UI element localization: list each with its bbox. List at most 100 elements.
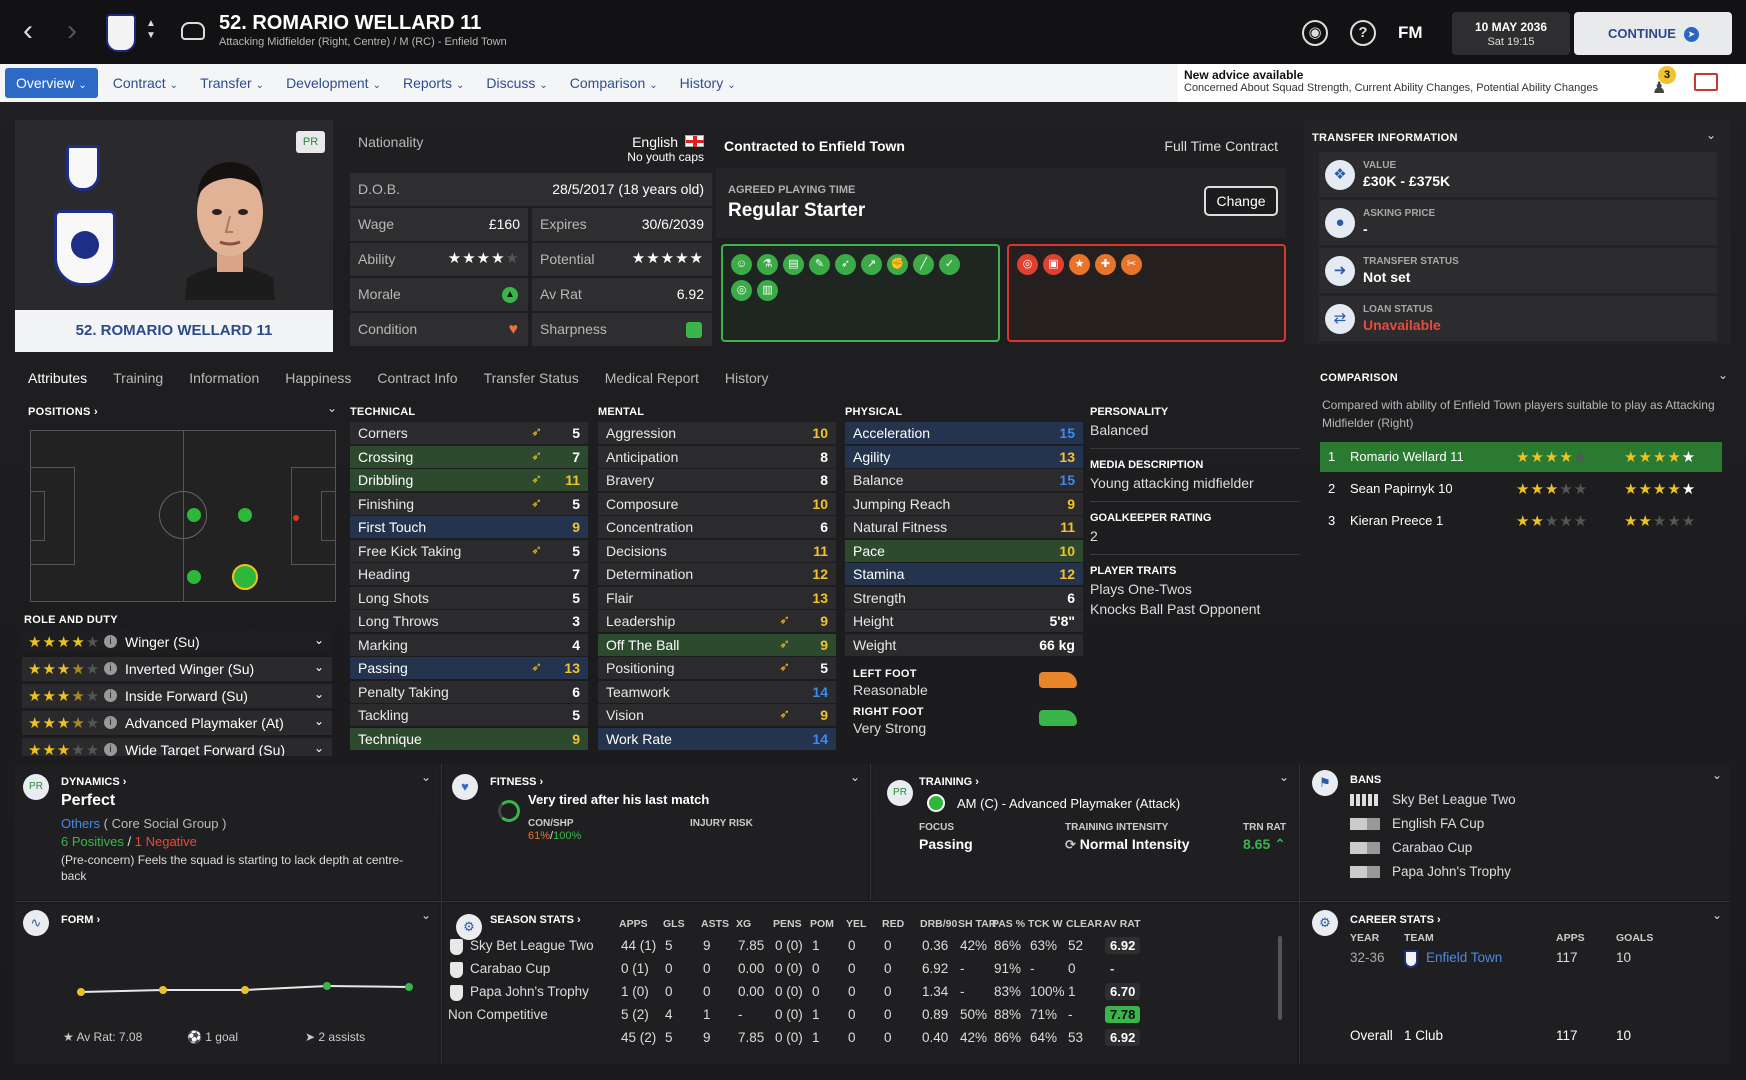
nav-contract[interactable]: Contract ⌄ <box>102 68 189 98</box>
attribute-row[interactable]: Corners 5 ➶ <box>350 422 588 444</box>
trait-icon[interactable]: ➶ <box>835 254 856 275</box>
form-point[interactable] <box>241 986 249 994</box>
season-stat-header[interactable]: AV RAT <box>1103 918 1141 930</box>
attribute-row[interactable]: Concentration 6 <box>598 516 836 538</box>
player-switch-arrows-icon[interactable]: ▲ ▼ <box>146 18 156 42</box>
training-title[interactable]: TRAINING › <box>919 776 979 788</box>
attribute-row[interactable]: Tackling 5 <box>350 704 588 726</box>
advice-banner[interactable]: New advice available Concerned About Squ… <box>1178 64 1746 102</box>
info-icon[interactable]: i <box>104 689 117 702</box>
role-row[interactable]: ★★★★★ i Winger (Su) ⌄ <box>22 630 332 654</box>
attribute-row[interactable]: Pace 10 <box>845 539 1083 562</box>
tab-history[interactable]: History <box>712 364 782 390</box>
trait-icon[interactable]: ⚗ <box>757 254 778 275</box>
binoculars-icon[interactable] <box>181 22 205 40</box>
chevron-down-icon[interactable]: ⌄ <box>850 770 860 784</box>
info-icon[interactable]: i <box>104 662 117 675</box>
season-stat-header[interactable]: DRB/90 <box>920 918 957 930</box>
trait-icon[interactable]: ✚ <box>1095 254 1116 275</box>
info-icon[interactable]: i <box>104 635 117 648</box>
nav-history[interactable]: History ⌄ <box>669 68 747 98</box>
season-stat-header[interactable]: XG <box>736 918 751 930</box>
info-icon[interactable]: i <box>104 716 117 729</box>
season-stat-header[interactable]: SH TAR <box>958 918 996 930</box>
chevron-down-icon[interactable]: ⌄ <box>327 401 337 415</box>
tab-information[interactable]: Information <box>176 364 272 390</box>
chevron-down-icon[interactable]: ⌄ <box>314 687 324 701</box>
form-point[interactable] <box>77 988 85 996</box>
focus-value[interactable]: Passing <box>919 836 973 852</box>
attribute-row[interactable]: Determination 12 <box>598 563 836 585</box>
forward-arrow-icon[interactable]: › <box>52 12 92 52</box>
attribute-row[interactable]: Flair 13 <box>598 586 836 609</box>
attribute-row[interactable]: Vision 9 ➶ <box>598 704 836 726</box>
role-row[interactable]: ★★★★★ i Wide Target Forward (Su) ⌄ <box>22 738 332 756</box>
season-stat-header[interactable]: GLS <box>663 918 685 930</box>
role-row[interactable]: ★★★★★ i Inverted Winger (Su) ⌄ <box>22 657 332 681</box>
club-crest-icon[interactable] <box>106 14 136 52</box>
continue-button[interactable]: CONTINUE ➤ <box>1574 12 1732 55</box>
attribute-row[interactable]: Composure 10 <box>598 492 836 515</box>
sharpness-icon[interactable] <box>686 322 702 338</box>
season-stat-header[interactable]: CLEAR <box>1066 918 1102 930</box>
season-stat-header[interactable]: RED <box>882 918 904 930</box>
trait-icon[interactable]: ↗ <box>861 254 882 275</box>
attribute-row[interactable]: Weight 66 kg <box>845 633 1083 656</box>
season-stat-header[interactable]: APPS <box>619 918 648 930</box>
back-arrow-icon[interactable]: ‹ <box>8 12 48 52</box>
help-icon[interactable]: ? <box>1350 20 1376 46</box>
info-icon[interactable]: i <box>104 743 117 756</box>
attribute-row[interactable]: Balance 15 <box>845 469 1083 491</box>
form-point[interactable] <box>323 982 331 990</box>
transfer-value-row[interactable]: ❖ VALUE £30K - £375K <box>1319 152 1717 197</box>
attribute-row[interactable]: Finishing 5 ➶ <box>350 492 588 515</box>
nav-comparison[interactable]: Comparison ⌄ <box>559 68 669 98</box>
attribute-row[interactable]: Work Rate 14 <box>598 727 836 750</box>
position-dot[interactable] <box>187 570 201 584</box>
role-row[interactable]: ★★★★★ i Advanced Playmaker (At) ⌄ <box>22 711 332 735</box>
chevron-down-icon[interactable]: ⌄ <box>1712 768 1722 782</box>
asking-price-row[interactable]: ● ASKING PRICE - <box>1319 200 1717 245</box>
trait-icon[interactable]: ✂ <box>1121 254 1142 275</box>
nav-development[interactable]: Development ⌄ <box>275 68 392 98</box>
trait-icon[interactable]: ▥ <box>757 280 778 301</box>
chevron-down-icon[interactable]: ⌄ <box>314 714 324 728</box>
chevron-down-icon[interactable]: ⌄ <box>1712 908 1722 922</box>
comparison-row[interactable]: 2 Sean Papirnyk 10 ★★★★★ ★★★★★ <box>1320 474 1722 504</box>
negatives-count[interactable]: 1 Negative <box>135 834 197 849</box>
attribute-row[interactable]: Decisions 11 <box>598 539 836 562</box>
attribute-row[interactable]: Natural Fitness 11 <box>845 516 1083 538</box>
attribute-row[interactable]: First Touch 9 <box>350 516 588 538</box>
form-title[interactable]: FORM › <box>61 914 100 926</box>
attribute-row[interactable]: Stamina 12 <box>845 563 1083 585</box>
chevron-down-icon[interactable]: ⌄ <box>1279 770 1289 784</box>
fm-logo[interactable]: FM <box>1398 23 1423 43</box>
player-trait[interactable]: Plays One-Twos <box>1090 581 1300 597</box>
attribute-row[interactable]: Bravery 8 <box>598 469 836 491</box>
trait-icon[interactable]: ╱ <box>913 254 934 275</box>
attribute-row[interactable]: Leadership 9 ➶ <box>598 610 836 632</box>
attribute-row[interactable]: Dribbling 11 ➶ <box>350 469 588 491</box>
attribute-row[interactable]: Acceleration 15 <box>845 422 1083 444</box>
dynamics-title[interactable]: DYNAMICS › <box>61 776 126 788</box>
position-dot[interactable] <box>187 508 201 522</box>
attribute-row[interactable]: Marking 4 <box>350 633 588 656</box>
nav-reports[interactable]: Reports ⌄ <box>392 68 475 98</box>
positions-title[interactable]: POSITIONS › <box>28 406 98 418</box>
season-stat-header[interactable]: PAS % <box>992 918 1025 930</box>
chevron-down-icon[interactable]: ⌄ <box>314 660 324 674</box>
attribute-row[interactable]: Positioning 5 ➶ <box>598 657 836 679</box>
chevron-down-icon[interactable]: ⌄ <box>421 908 431 922</box>
season-stat-header[interactable]: TCK W <box>1028 918 1062 930</box>
condition-heart-icon[interactable]: ♥ <box>509 321 519 339</box>
comparison-row[interactable]: 1 Romario Wellard 11 ★★★★★ ★★★★★ <box>1320 442 1722 472</box>
chevron-down-icon[interactable]: ⌄ <box>314 741 324 755</box>
fitness-title[interactable]: FITNESS › <box>490 776 543 788</box>
trait-icon[interactable]: ◎ <box>1017 254 1038 275</box>
attribute-row[interactable]: Long Shots 5 <box>350 586 588 609</box>
attribute-row[interactable]: Penalty Taking 6 <box>350 680 588 703</box>
scrollbar[interactable] <box>1278 936 1282 1020</box>
nav-transfer[interactable]: Transfer ⌄ <box>189 68 275 98</box>
career-team[interactable]: Enfield Town <box>1426 950 1502 965</box>
trait-icon[interactable]: ★ <box>1069 254 1090 275</box>
